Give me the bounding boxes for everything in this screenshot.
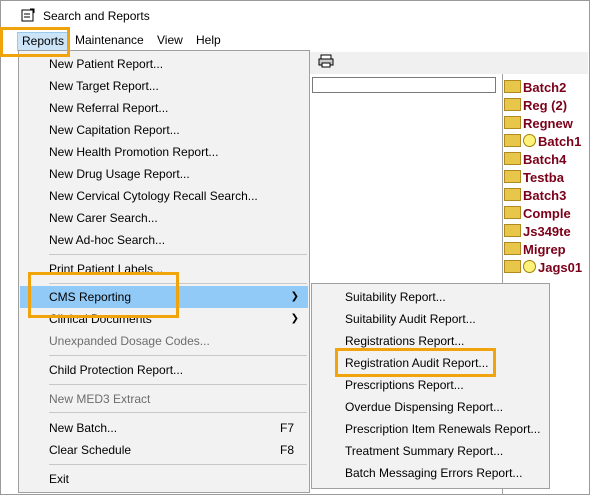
menu-item-new-target-report[interactable]: New Target Report... <box>20 75 308 97</box>
submenu-item-batch-messaging-errors-report[interactable]: Batch Messaging Errors Report... <box>313 462 548 484</box>
folder-icon <box>504 224 521 237</box>
menu-separator <box>49 384 307 385</box>
folder-icon <box>504 242 521 255</box>
title-bar: Search and Reports <box>1 1 589 29</box>
menu-item-clear-schedule[interactable]: Clear Schedule F8 <box>20 439 308 461</box>
menu-separator <box>49 355 307 356</box>
batch-folder[interactable]: Batch4 <box>504 152 566 170</box>
menu-item-new-carer-search[interactable]: New Carer Search... <box>20 207 308 229</box>
submenu-item-overdue-dispensing-report[interactable]: Overdue Dispensing Report... <box>313 396 548 418</box>
folder-icon <box>504 170 521 183</box>
shortcut-label: F7 <box>279 421 294 435</box>
menu-separator <box>49 464 307 465</box>
folder-icon <box>504 98 521 111</box>
menu-item-label: Clear Schedule <box>49 443 132 457</box>
menu-help[interactable]: Help <box>192 32 225 49</box>
folder-icon <box>504 80 521 93</box>
batch-folder[interactable]: Comple <box>504 206 571 224</box>
batch-folder[interactable]: Js349te <box>504 224 571 242</box>
batch-folder-label: Js349te <box>523 224 571 239</box>
batch-folder-label: Batch1 <box>538 134 582 149</box>
highlight-reports-menu <box>0 27 70 57</box>
highlight-cms-reporting <box>28 272 179 318</box>
batch-folder-label: Comple <box>523 206 571 221</box>
shortcut-label: F8 <box>279 443 294 457</box>
menu-maintenance[interactable]: Maintenance <box>71 32 148 49</box>
batch-folder-label: Migrep <box>523 242 566 257</box>
menu-item-new-med3-extract: New MED3 Extract <box>49 392 151 406</box>
report-window-icon <box>21 8 35 22</box>
menu-item-new-batch[interactable]: New Batch... F7 <box>20 417 308 439</box>
batch-folder[interactable]: Migrep <box>504 242 566 260</box>
clock-icon <box>523 260 536 273</box>
menu-bar: Reports Maintenance View Help <box>1 30 589 51</box>
batch-folder-label: Regnew <box>523 116 573 131</box>
menu-separator <box>49 254 307 255</box>
batch-folder[interactable]: Testba <box>504 170 564 188</box>
menu-item-new-drug-usage-report[interactable]: New Drug Usage Report... <box>20 163 308 185</box>
folder-icon <box>504 260 521 273</box>
batch-folder-label: Jags01 <box>538 260 583 275</box>
submenu-item-prescriptions-report[interactable]: Prescriptions Report... <box>313 374 548 396</box>
batch-folder-label: Batch4 <box>523 152 567 167</box>
folder-icon <box>504 116 521 129</box>
submenu-item-suitability-audit-report[interactable]: Suitability Audit Report... <box>313 308 548 330</box>
submenu-item-treatment-summary-report[interactable]: Treatment Summary Report... <box>313 440 548 462</box>
menu-separator <box>49 412 307 413</box>
window-title: Search and Reports <box>43 9 150 23</box>
batch-folder-label: Reg (2) <box>523 98 568 113</box>
batch-folder[interactable]: Batch2 <box>504 80 566 98</box>
batch-folder[interactable]: Batch3 <box>504 188 566 206</box>
menu-item-new-ad-hoc-search[interactable]: New Ad-hoc Search... <box>20 229 308 251</box>
batch-folder[interactable]: Regnew <box>504 116 573 134</box>
batch-folder-label: Batch2 <box>523 80 567 95</box>
batch-folder[interactable]: Reg (2) <box>504 98 567 116</box>
menu-item-new-capitation-report[interactable]: New Capitation Report... <box>20 119 308 141</box>
menu-item-child-protection-report[interactable]: Child Protection Report... <box>20 359 308 381</box>
folder-icon <box>504 206 521 219</box>
clock-icon <box>523 134 536 147</box>
menu-item-new-referral-report[interactable]: New Referral Report... <box>20 97 308 119</box>
menu-item-exit[interactable]: Exit <box>20 468 308 490</box>
batch-folder[interactable]: Jags01 <box>504 260 582 278</box>
highlight-registration-audit-report <box>335 348 496 377</box>
menu-item-label: New Batch... <box>49 421 118 435</box>
folder-icon <box>504 152 521 165</box>
submenu-item-prescription-item-renewals-report[interactable]: Prescription Item Renewals Report... <box>313 418 548 440</box>
menu-item-new-health-promotion-report[interactable]: New Health Promotion Report... <box>20 141 308 163</box>
batch-folder-label: Batch3 <box>523 188 567 203</box>
menu-view[interactable]: View <box>153 32 187 49</box>
batch-folder-label: Testba <box>523 170 564 185</box>
batch-folder[interactable]: Batch1 <box>504 134 581 152</box>
folder-icon <box>504 188 521 201</box>
submenu-arrow-icon: ❯ <box>290 313 299 324</box>
cms-reporting-submenu: Suitability Report... Suitability Audit … <box>311 283 550 489</box>
search-field[interactable] <box>312 77 496 93</box>
menu-item-unexpanded-dosage-codes: Unexpanded Dosage Codes... <box>49 334 210 348</box>
submenu-arrow-icon: ❯ <box>290 291 299 302</box>
printer-icon[interactable] <box>318 54 334 71</box>
folder-icon <box>504 134 521 147</box>
submenu-item-suitability-report[interactable]: Suitability Report... <box>313 286 548 308</box>
toolbar <box>300 52 588 74</box>
menu-item-new-cervical-cytology-recall-search[interactable]: New Cervical Cytology Recall Search... <box>20 185 308 207</box>
